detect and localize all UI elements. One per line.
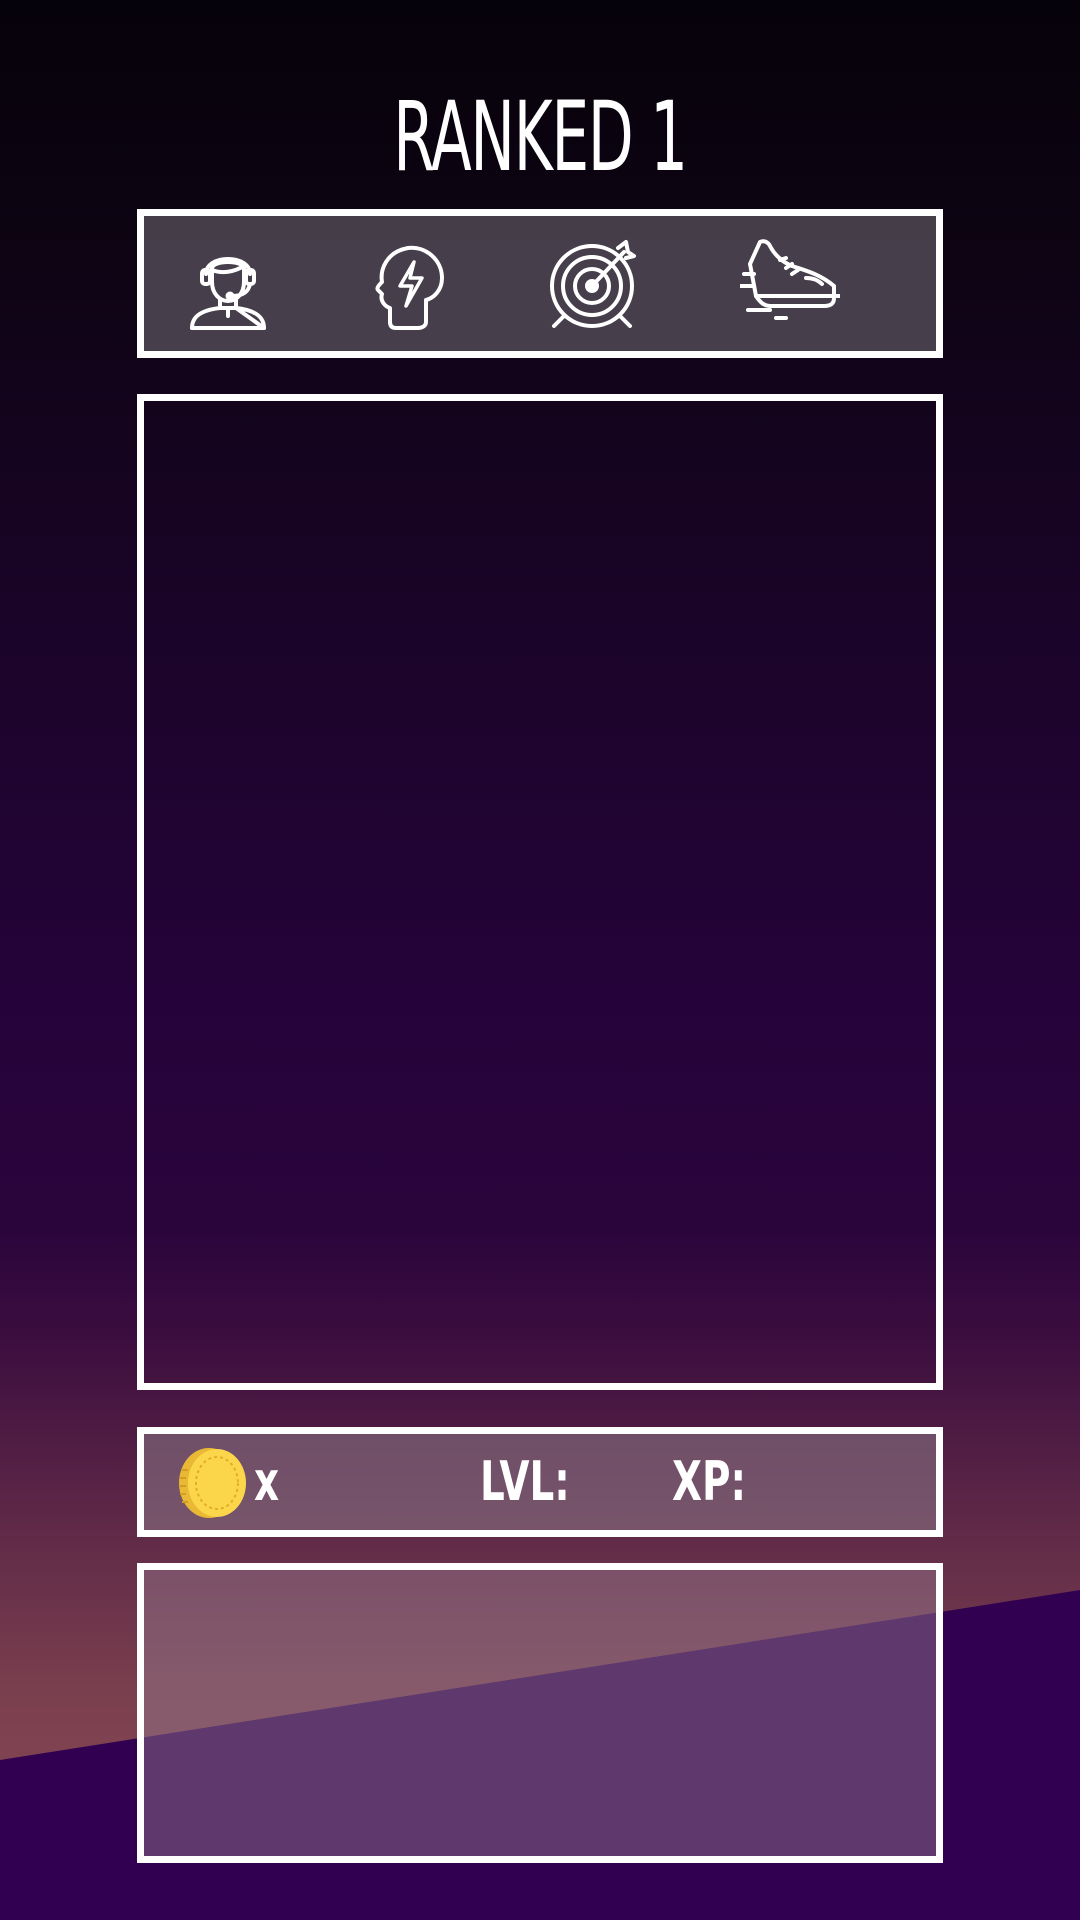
gold-coin-icon [176,1446,250,1520]
brain-lightning-icon[interactable] [360,234,460,334]
running-shoe-icon[interactable] [740,234,840,334]
main-content-panel [137,394,943,1390]
target-dart-icon[interactable] [542,234,642,334]
bottom-panel [137,1563,943,1863]
level-label: LVL: [480,1450,570,1513]
support-agent-icon[interactable] [178,234,278,334]
xp-label: XP: [672,1450,747,1513]
page-title: RANKED 1 [393,81,688,193]
coin-count-label: x [254,1450,280,1513]
